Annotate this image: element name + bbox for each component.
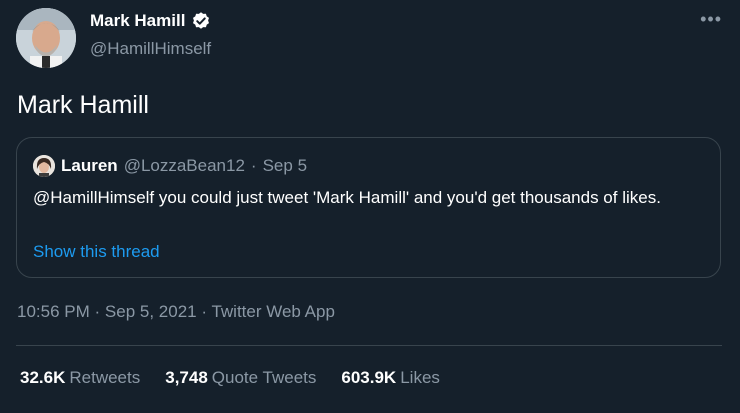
quote-tweets-label: Quote Tweets (211, 368, 317, 387)
author-name-row: Mark Hamill (90, 11, 211, 31)
tweet-time[interactable]: 10:56 PM (17, 302, 90, 321)
engagement-stats: 32.6K Retweets 3,748 Quote Tweets 603.9K Li… (20, 368, 440, 388)
tweet-source[interactable]: Twitter Web App (211, 302, 334, 321)
quote-text: @HamillHimself you could just tweet 'Mar… (33, 188, 661, 207)
meta-separator: · (201, 302, 208, 321)
author-avatar[interactable] (16, 8, 76, 68)
author-handle[interactable]: @HamillHimself (90, 39, 211, 59)
author-name[interactable]: Mark Hamill (90, 11, 185, 31)
retweets-label: Retweets (69, 368, 141, 387)
quote-tweets-count: 3,748 (165, 368, 208, 387)
likes-stat[interactable]: 603.9K Likes (341, 368, 440, 388)
quote-date: Sep 5 (262, 156, 308, 175)
tweet-date[interactable]: Sep 5, 2021 (105, 302, 197, 321)
divider (16, 345, 722, 346)
quoted-tweet-card[interactable]: Lauren @LozzaBean12 · Sep 5 @HamillHimse… (16, 137, 721, 278)
quoted-tweet-header: Lauren @LozzaBean12 · Sep 5 (33, 155, 307, 177)
retweets-count: 32.6K (20, 368, 66, 387)
likes-count: 603.9K (341, 368, 397, 387)
retweets-stat[interactable]: 32.6K Retweets (20, 368, 140, 388)
more-options-icon[interactable]: ••• (700, 10, 722, 28)
quote-separator: · (250, 156, 257, 175)
quote-author-handle: @LozzaBean12 (123, 156, 245, 175)
show-thread-link[interactable]: Show this thread (33, 242, 160, 262)
likes-label: Likes (400, 368, 440, 387)
quote-author-avatar (33, 155, 55, 177)
quote-tweets-stat[interactable]: 3,748 Quote Tweets (165, 368, 316, 388)
tweet: Mark Hamill @HamillHimself ••• Mark Hami… (0, 0, 740, 413)
meta-separator: · (94, 302, 101, 321)
tweet-text: Mark Hamill (17, 91, 149, 119)
avatar-photo (16, 8, 76, 68)
quote-author-name: Lauren (61, 156, 118, 175)
verified-badge-icon (191, 11, 211, 31)
tweet-metadata: 10:56 PM · Sep 5, 2021 · Twitter Web App (17, 302, 335, 322)
